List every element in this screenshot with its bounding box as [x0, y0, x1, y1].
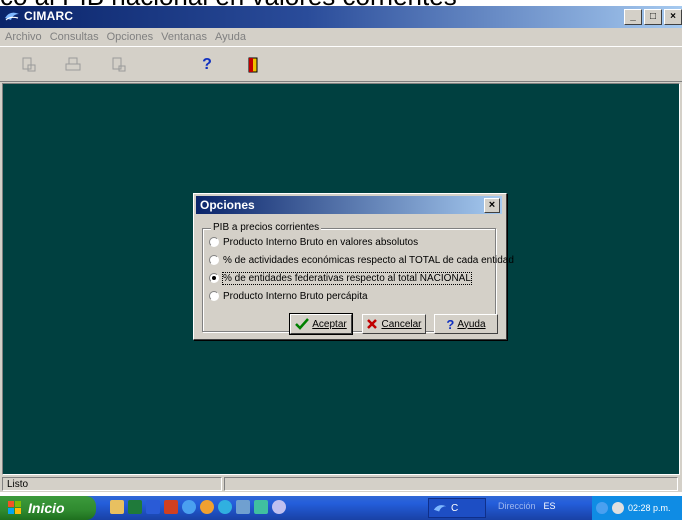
print-preview-icon[interactable]: [20, 56, 38, 74]
help-question-icon: ?: [446, 316, 455, 332]
ie-icon[interactable]: [182, 500, 196, 514]
option-label: Producto Interno Bruto en valores absolu…: [223, 236, 419, 248]
status-text: Listo: [2, 477, 222, 491]
cancel-button[interactable]: Cancelar: [362, 314, 426, 334]
system-tray: 02:28 p.m.: [592, 496, 682, 520]
menu-consultas[interactable]: Consultas: [49, 28, 100, 46]
accept-label: Aceptar: [312, 318, 347, 330]
close-button[interactable]: ×: [664, 9, 682, 25]
option-pib-percapita[interactable]: Producto Interno Bruto percápita: [209, 289, 368, 303]
toolbar: ?: [0, 46, 682, 82]
clock: 02:28 p.m.: [628, 503, 671, 513]
address-toolbar: Dirección ES: [498, 501, 556, 511]
help-icon[interactable]: ?: [198, 56, 216, 74]
start-label: Inicio: [28, 500, 65, 516]
app-icon[interactable]: [254, 500, 268, 514]
restore-button[interactable]: □: [644, 9, 662, 25]
cancel-label: Cancelar: [381, 318, 422, 330]
messenger-icon[interactable]: [218, 500, 232, 514]
radio-button[interactable]: [209, 291, 219, 301]
dialog-title-bar[interactable]: Opciones ×: [196, 196, 502, 214]
word-icon[interactable]: [146, 500, 160, 514]
option-label: Producto Interno Bruto percápita: [223, 290, 368, 302]
dialog-title: Opciones: [200, 198, 255, 212]
options-dialog: Opciones × PIB a precios corrientes Prod…: [193, 193, 514, 340]
menu-ventanas[interactable]: Ventanas: [160, 28, 208, 46]
address-label[interactable]: Dirección: [498, 501, 536, 511]
help-button[interactable]: ? Ayuda: [434, 314, 498, 334]
status-bar: Listo: [0, 477, 682, 492]
menu-bar: Archivo Consultas Opciones Ventanas Ayud…: [0, 28, 682, 46]
cimarc-task-icon: [433, 505, 447, 512]
start-button[interactable]: Inicio: [0, 496, 96, 520]
powerpoint-icon[interactable]: [164, 500, 178, 514]
status-panel-empty: [224, 477, 678, 491]
radio-button-selected[interactable]: [209, 273, 219, 283]
network-icon[interactable]: [236, 500, 250, 514]
option-label: % de actividades económicas respecto al …: [223, 254, 514, 266]
print-icon[interactable]: [64, 56, 82, 74]
menu-ayuda[interactable]: Ayuda: [214, 28, 247, 46]
tray-network-icon[interactable]: [596, 502, 608, 514]
title-bar[interactable]: CIMARC _ □ ×: [0, 6, 682, 28]
dialog-close-button[interactable]: ×: [484, 198, 500, 213]
quick-launch: [110, 500, 286, 514]
help-label: Ayuda: [457, 318, 486, 330]
minimize-button[interactable]: _: [624, 9, 642, 25]
group-label: PIB a precios corrientes: [211, 222, 322, 233]
taskbar-cimarc-button[interactable]: C: [428, 498, 486, 518]
option-actividades-total-entidad[interactable]: % de actividades económicas respecto al …: [209, 253, 514, 267]
windows-taskbar: Inicio C Dirección ES 02:28 p.m.: [0, 496, 682, 520]
option-pib-absolutos[interactable]: Producto Interno Bruto en valores absolu…: [209, 235, 418, 249]
window-title: CIMARC: [24, 9, 74, 23]
task-label: C: [451, 502, 459, 514]
cancel-x-icon: [367, 319, 378, 329]
option-entidades-total-nacional[interactable]: % de entidades federativas respecto al t…: [209, 271, 472, 285]
checkmark-icon: [295, 318, 310, 330]
windows-logo-icon: [8, 501, 21, 514]
exit-door-icon[interactable]: [244, 56, 262, 74]
menu-archivo[interactable]: Archivo: [4, 28, 43, 46]
desktop-icon[interactable]: [272, 500, 286, 514]
excel-icon[interactable]: [128, 500, 142, 514]
print-setup-icon[interactable]: [110, 56, 128, 74]
folder-icon[interactable]: [110, 500, 124, 514]
option-label: % de entidades federativas respecto al t…: [222, 271, 472, 285]
tray-globe-icon[interactable]: [612, 502, 624, 514]
menu-opciones[interactable]: Opciones: [106, 28, 154, 46]
radio-button[interactable]: [209, 237, 219, 247]
accept-button[interactable]: Aceptar: [289, 313, 353, 335]
radio-button[interactable]: [209, 255, 219, 265]
cimarc-app-icon: [5, 12, 19, 21]
language-indicator[interactable]: ES: [544, 501, 556, 511]
media-icon[interactable]: [200, 500, 214, 514]
